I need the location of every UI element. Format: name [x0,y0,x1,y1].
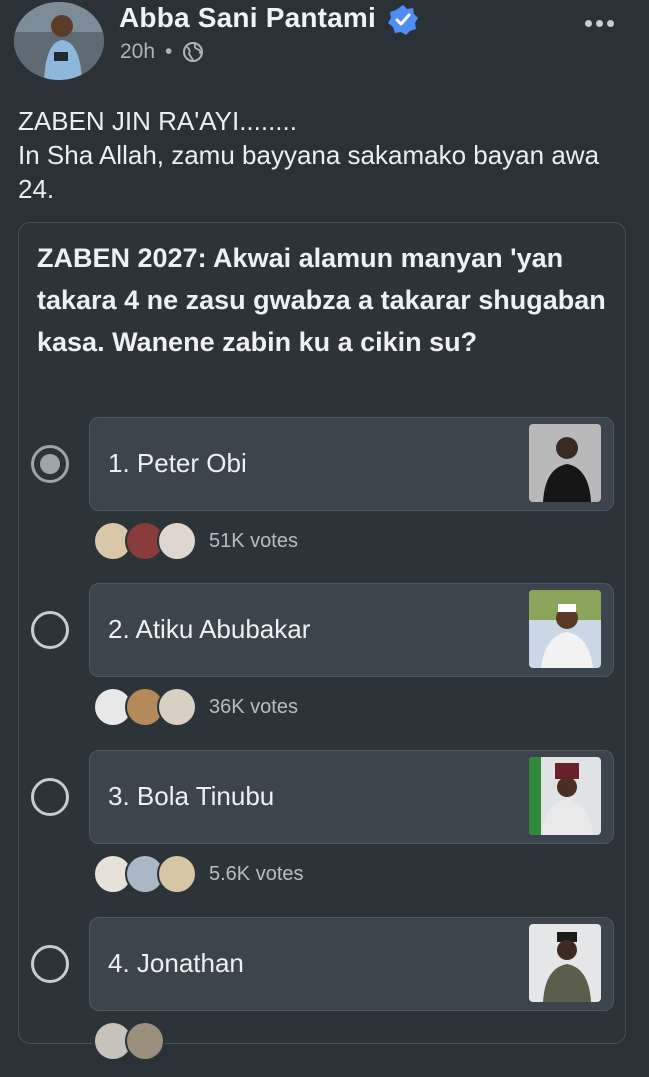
poll-option: 3. Bola Tinubu 5.6K votes [19,750,625,910]
candidate-photo [529,757,601,835]
voter-avatar[interactable] [157,521,197,561]
more-options-icon[interactable] [585,14,625,27]
poll-question: ZABEN 2027: Akwai alamun manyan 'yan tak… [37,243,606,357]
poll-option: 4. Jonathan [19,917,625,1077]
verified-badge-icon [388,5,418,35]
poll-option: 2. Atiku Abubakar 36K votes [19,583,625,743]
poll-option-button[interactable]: 1. Peter Obi [89,417,614,511]
poll-option-button[interactable]: 2. Atiku Abubakar [89,583,614,677]
vote-count[interactable]: 51K votes [209,530,298,553]
poll-option-button[interactable]: 4. Jonathan [89,917,614,1011]
separator-dot: • [165,40,173,63]
candidate-photo [529,590,601,668]
poll-option-label: 1. Peter Obi [108,448,247,478]
poll: ZABEN 2027: Akwai alamun manyan 'yan tak… [18,222,626,1061]
poll-option-label: 2. Atiku Abubakar [108,614,311,644]
post-time[interactable]: 20h [120,40,155,64]
voter-avatar[interactable] [125,1021,165,1061]
voter-avatars: 36K votes [93,687,298,727]
author-name[interactable]: Abba Sani Pantami [119,2,376,34]
poll-option-label: 3. Bola Tinubu [108,781,275,811]
poll-option: 1. Peter Obi 51K votes [19,417,625,577]
radio-button[interactable] [31,945,69,983]
candidate-photo [529,424,601,502]
radio-button[interactable] [31,611,69,649]
post-header: Abba Sani Pantami 20h • [0,0,649,90]
poll-option-button[interactable]: 3. Bola Tinubu [89,750,614,844]
radio-button[interactable] [31,778,69,816]
vote-count[interactable]: 5.6K votes [209,863,304,886]
candidate-photo [529,924,601,1002]
voter-avatars: 51K votes [93,521,298,561]
poll-option-label: 4. Jonathan [108,948,244,978]
author-photo [14,2,104,80]
vote-count[interactable]: 36K votes [209,696,298,719]
post-text: ZABEN JIN RA'AYI........ In Sha Allah, z… [18,106,600,204]
voter-avatars: 5.6K votes [93,854,304,894]
globe-icon [183,42,204,62]
radio-button-selected[interactable] [31,445,69,483]
voter-avatar[interactable] [157,687,197,727]
author-avatar[interactable] [14,2,104,80]
post-meta: 20h • [120,40,204,64]
voter-avatars [93,1021,177,1061]
voter-avatar[interactable] [157,854,197,894]
